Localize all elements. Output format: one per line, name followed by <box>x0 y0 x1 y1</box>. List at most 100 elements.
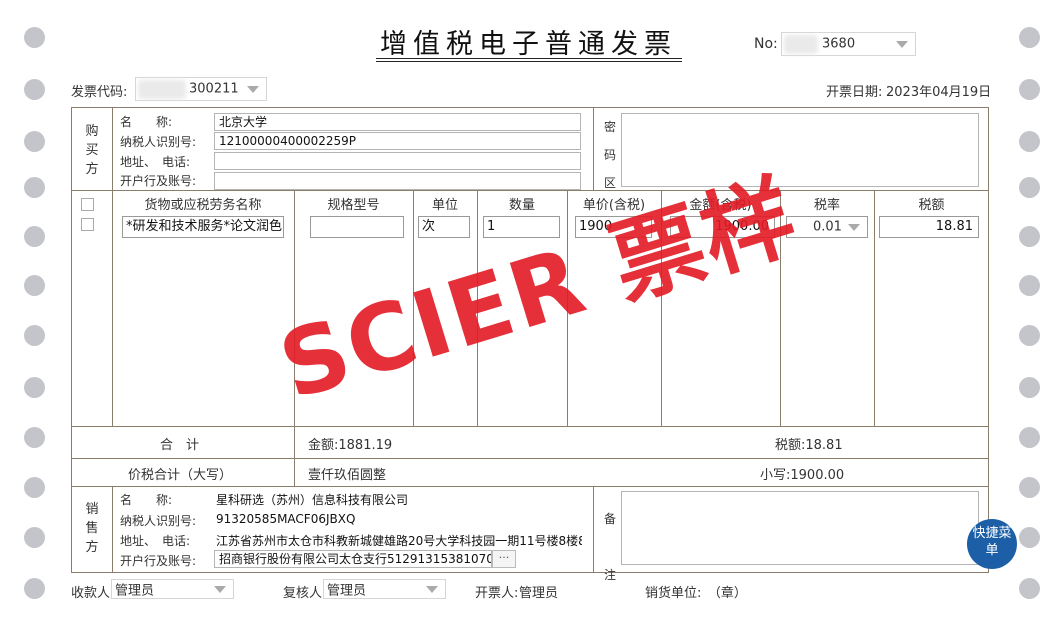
divider <box>71 190 989 191</box>
perforation-hole <box>1019 427 1040 448</box>
perforation-hole <box>1019 578 1040 599</box>
perforation-hole <box>24 578 45 599</box>
sum-label: 价税合计（大写） <box>128 468 233 483</box>
column-header-goods: 货物或应税劳务名称 <box>144 198 262 213</box>
perforation-hole <box>1019 325 1040 346</box>
column-header-rate: 税率 <box>813 198 840 213</box>
divider <box>294 426 295 486</box>
buyer-bank-field[interactable] <box>214 172 581 190</box>
divider <box>71 458 989 459</box>
payee-select[interactable]: 管理员 <box>111 579 234 599</box>
divider <box>71 426 989 427</box>
item-spec-field[interactable] <box>310 216 404 238</box>
divider <box>112 190 113 426</box>
column-header-unit: 单位 <box>431 198 458 213</box>
perforation-hole <box>24 275 45 296</box>
seller-unit-label: 销货单位: （章） <box>645 586 747 601</box>
total-tax: 税额:18.81 <box>775 438 843 453</box>
chevron-down-icon <box>848 224 860 231</box>
buyer-address-field[interactable] <box>214 152 581 170</box>
title-underline <box>376 61 682 62</box>
redacted-area <box>138 80 186 99</box>
select-all-checkbox[interactable] <box>81 198 94 211</box>
drawer-value: 管理员 <box>519 586 559 601</box>
divider <box>874 190 875 426</box>
perforation-hole <box>24 477 45 498</box>
password-area-label: 密码区 <box>603 120 616 190</box>
payee-label: 收款人: <box>71 586 115 601</box>
seller-address-value: 江苏省苏州市太仓市科教新城健雄路20号大学科技园一期11号楼8楼8 <box>216 534 582 548</box>
perforation-hole <box>1019 226 1040 247</box>
invoice-title: 增值税电子普通发票 <box>380 29 677 60</box>
buyer-name-label: 名 称: <box>120 115 173 129</box>
perforation-hole <box>1019 131 1040 152</box>
perforation-hole <box>24 527 45 548</box>
invoice-no-label: No: <box>754 36 778 52</box>
perforation-hole <box>1019 275 1040 296</box>
invoice-code-value: 300211 <box>189 81 239 97</box>
divider <box>112 107 113 191</box>
item-unit-field[interactable]: 次 <box>418 216 470 238</box>
invoice-no-select[interactable]: 3680 <box>781 32 916 56</box>
chevron-down-icon <box>426 586 438 593</box>
seller-section-label: 销售方 <box>85 502 99 555</box>
seller-address-label: 地址、 电话: <box>120 534 191 548</box>
buyer-tax-id-label: 纳税人识别号: <box>120 135 197 149</box>
perforation-hole <box>1019 177 1040 198</box>
divider <box>593 107 594 191</box>
divider <box>71 486 989 487</box>
column-header-tax: 税额 <box>918 198 945 213</box>
perforation-hole <box>24 226 45 247</box>
item-tax-field[interactable]: 18.81 <box>879 216 979 238</box>
invoice-code-label: 发票代码: <box>71 85 128 100</box>
buyer-name-field[interactable]: 北京大学 <box>214 113 581 131</box>
row-checkbox[interactable] <box>81 218 94 231</box>
seller-bank-label: 开户行及账号: <box>120 554 197 568</box>
remarks-label: 备注 <box>603 512 616 582</box>
sum-uppercase: 壹仟玖佰圆整 <box>308 468 387 483</box>
perforation-hole <box>24 177 45 198</box>
perforation-hole <box>24 27 45 48</box>
divider <box>593 486 594 573</box>
buyer-bank-label: 开户行及账号: <box>120 174 197 188</box>
divider <box>112 486 113 573</box>
more-button[interactable]: ··· <box>492 550 516 568</box>
chevron-down-icon <box>247 86 259 93</box>
total-amount: 金额:1881.19 <box>308 438 393 453</box>
seller-tax-id-value: 91320585MACF06JBXQ <box>216 512 356 526</box>
sum-lowercase: 小写:1900.00 <box>760 468 845 483</box>
perforation-hole <box>24 131 45 152</box>
redacted-area <box>784 35 818 54</box>
seller-name-value: 星科研选（苏州）信息科技有限公司 <box>216 493 409 507</box>
title-underline <box>376 58 682 59</box>
buyer-address-label: 地址、 电话: <box>120 155 191 169</box>
seller-tax-id-label: 纳税人识别号: <box>120 514 197 528</box>
seller-bank-field[interactable]: 招商银行股份有限公司太仓支行51291315381070 <box>214 550 492 568</box>
buyer-tax-id-field[interactable]: 12100000400002259P <box>214 132 581 150</box>
quick-menu-button[interactable]: 快捷菜单 <box>967 519 1017 569</box>
issue-date-label: 开票日期: <box>826 85 883 100</box>
issue-date-value: 2023年04月19日 <box>886 85 992 100</box>
perforation-hole <box>24 427 45 448</box>
total-label: 合 计 <box>160 438 200 453</box>
perforation-hole <box>24 79 45 100</box>
perforation-hole <box>1019 79 1040 100</box>
perforation-hole <box>1019 477 1040 498</box>
drawer-label: 开票人: <box>475 586 519 601</box>
seller-name-label: 名 称: <box>120 493 173 507</box>
seller-address-clip: 江苏省苏州市太仓市科教新城健雄路20号大学科技园一期11号楼8楼8 <box>216 530 582 548</box>
invoice-no-value: 3680 <box>822 36 856 52</box>
column-header-spec: 规格型号 <box>327 198 380 213</box>
perforation-hole <box>1019 377 1040 398</box>
perforation-hole <box>1019 27 1040 48</box>
invoice-code-select[interactable]: 300211 <box>135 77 267 101</box>
item-goods-field[interactable]: *研发和技术服务*论文润色 <box>122 216 284 238</box>
perforation-hole <box>24 325 45 346</box>
chevron-down-icon <box>214 586 226 593</box>
remarks-area[interactable] <box>621 491 979 565</box>
reviewer-select[interactable]: 管理员 <box>323 579 446 599</box>
buyer-section-label: 购买方 <box>85 124 99 177</box>
perforation-hole <box>24 377 45 398</box>
reviewer-label: 复核人: <box>283 586 327 601</box>
chevron-down-icon <box>896 41 908 48</box>
